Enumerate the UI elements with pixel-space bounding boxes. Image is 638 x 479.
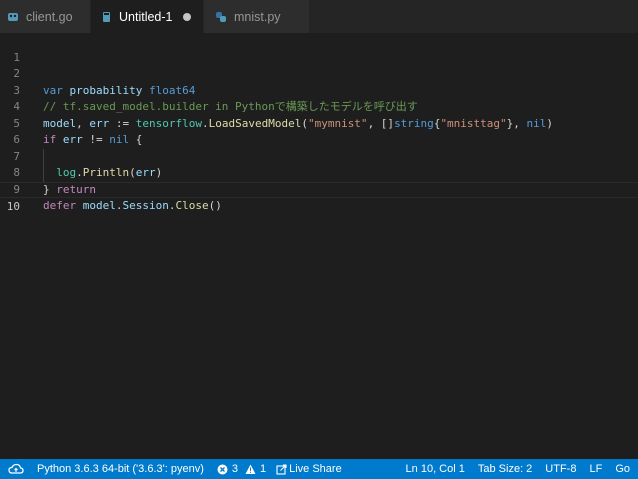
code-line: 2 var probability float64 bbox=[0, 50, 638, 97]
python-icon bbox=[214, 10, 228, 24]
live-share-button[interactable]: Live Share bbox=[276, 459, 342, 479]
encoding[interactable]: UTF-8 bbox=[545, 459, 576, 479]
status-bar: Python 3.6.3 64-bit ('3.6.3': pyenv) 3 1… bbox=[0, 459, 638, 479]
code-line: 4 model, err := tensorflow.LoadSavedMode… bbox=[0, 83, 638, 130]
tab-bar: client.go Untitled-1 mnist.py bbox=[0, 0, 638, 33]
go-file-icon bbox=[6, 10, 20, 24]
language-mode[interactable]: Go bbox=[615, 459, 630, 479]
warning-count: 1 bbox=[259, 463, 267, 475]
cloud-sync-icon[interactable] bbox=[8, 459, 24, 479]
line-ending[interactable]: LF bbox=[589, 459, 602, 479]
code-line: 5 if err != nil { bbox=[0, 99, 638, 147]
live-share-label: Live Share bbox=[289, 463, 342, 475]
warning-icon bbox=[245, 464, 256, 475]
tab-mnist-py[interactable]: mnist.py bbox=[204, 0, 310, 33]
tab-size[interactable]: Tab Size: 2 bbox=[478, 459, 532, 479]
code-line: 7 return bbox=[0, 132, 638, 196]
code-text: defer model.Session.Close() bbox=[43, 199, 222, 212]
current-line: 10 bbox=[0, 181, 638, 213]
error-icon bbox=[217, 464, 228, 475]
live-share-icon bbox=[276, 463, 287, 475]
code-line: 1 bbox=[0, 33, 638, 64]
code-editor[interactable]: 1 2 var probability float64 3 // tf.save… bbox=[0, 33, 638, 459]
tab-client-go[interactable]: client.go bbox=[0, 0, 91, 33]
code-line: 8 } bbox=[0, 149, 638, 196]
file-icon bbox=[99, 10, 113, 24]
python-interpreter[interactable]: Python 3.6.3 64-bit ('3.6.3': pyenv) bbox=[37, 459, 204, 479]
error-count: 3 bbox=[231, 463, 238, 475]
cursor-position[interactable]: Ln 10, Col 1 bbox=[406, 459, 465, 479]
tab-label: client.go bbox=[26, 9, 73, 24]
code-line: 3 // tf.saved_model.builder in Pythonで構築… bbox=[0, 66, 638, 114]
line-number: 10 bbox=[6, 200, 20, 213]
tab-label: Untitled-1 bbox=[119, 9, 173, 24]
tab-untitled-1[interactable]: Untitled-1 bbox=[91, 0, 204, 33]
problems-indicator[interactable]: 3 1 bbox=[217, 459, 266, 479]
unsaved-dot-icon[interactable] bbox=[183, 12, 191, 21]
code-line: 9 defer model.Session.Close() bbox=[0, 165, 638, 213]
tab-label: mnist.py bbox=[234, 9, 281, 24]
code-line: 6 log.Println(err) bbox=[0, 116, 638, 179]
